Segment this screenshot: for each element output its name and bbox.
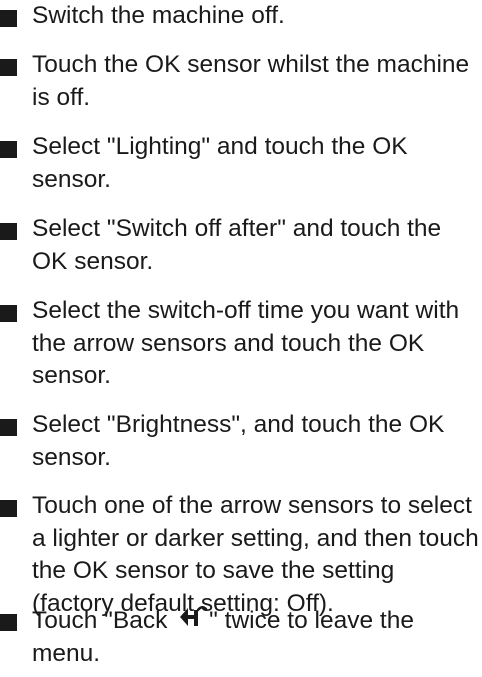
step-text: Select "Switch off after" and touch the …	[32, 215, 442, 275]
step-text: Touch one of the arrow sensors to select…	[32, 492, 479, 617]
bullet-square-icon	[0, 59, 17, 76]
bullet-square-icon	[0, 141, 17, 158]
bullet-square-icon	[0, 10, 17, 27]
step-text-before: Touch "Back	[32, 607, 175, 634]
bullet-square-icon	[0, 305, 17, 322]
back-arrow-icon	[180, 606, 208, 626]
bullet-square-icon	[0, 223, 17, 240]
step-text: Touch "Back " twice to leave the menu.	[32, 604, 482, 670]
bullet-square-icon	[0, 500, 17, 517]
step-text: Touch the OK sensor whilst the machine i…	[32, 51, 470, 111]
step-text: Select "Brightness", and touch the OK se…	[32, 411, 445, 471]
bullet-square-icon	[0, 419, 17, 436]
step-text: Select "Lighting" and touch the OK senso…	[32, 133, 408, 193]
step-text: Switch the machine off.	[32, 2, 285, 29]
step-text: Select the switch-off time you want with…	[32, 297, 460, 389]
bullet-square-icon	[0, 614, 17, 631]
